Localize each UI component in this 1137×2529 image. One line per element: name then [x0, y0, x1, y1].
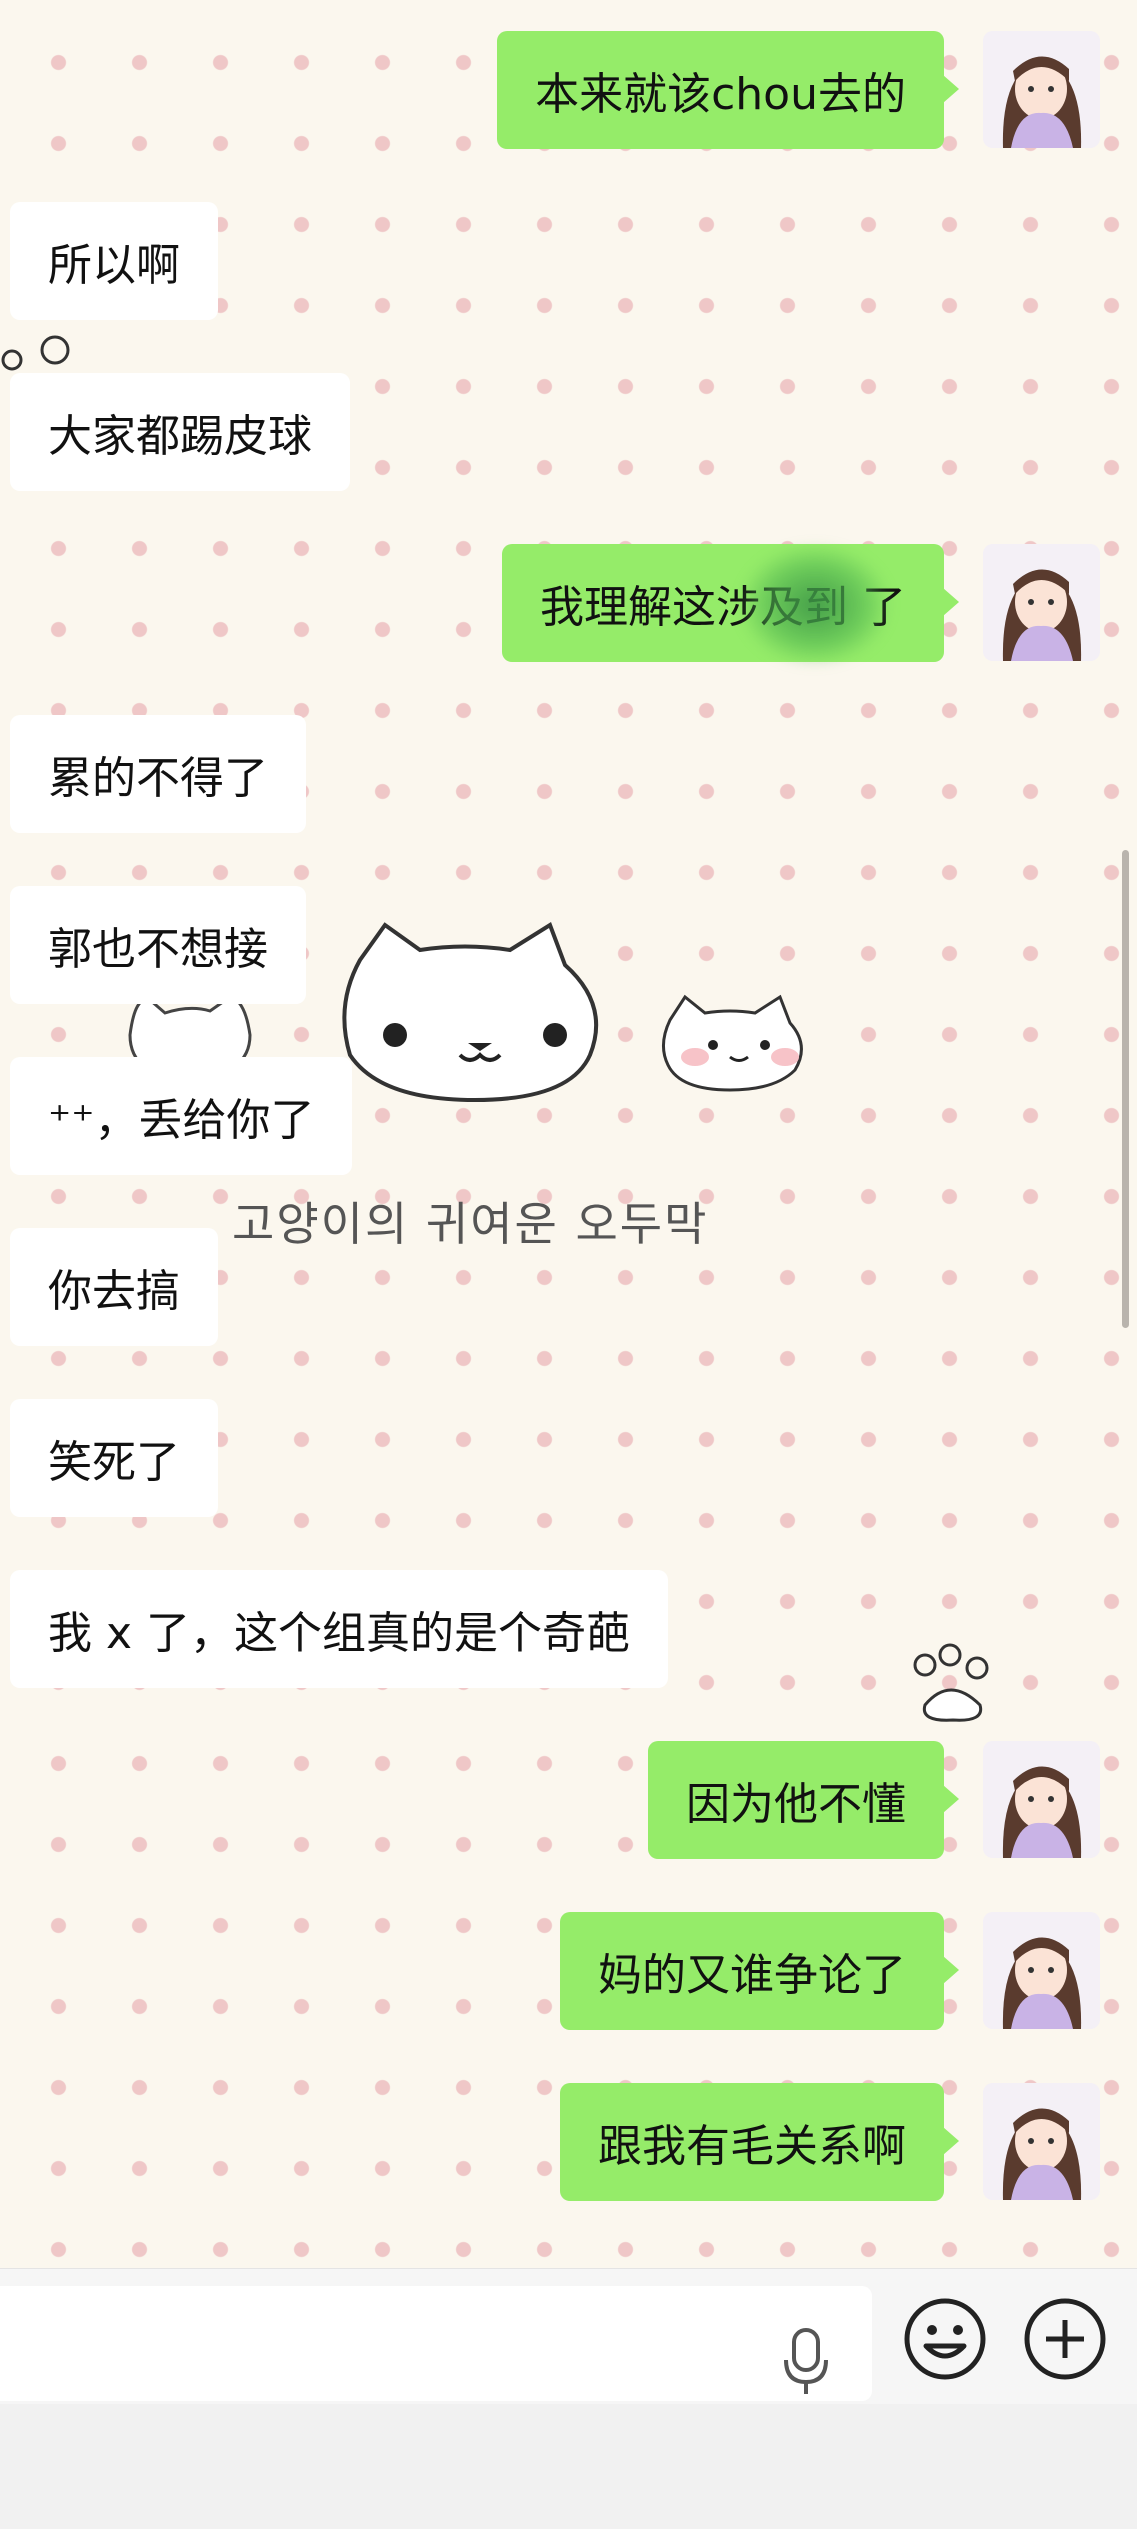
user-avatar[interactable]	[983, 544, 1100, 661]
message-bubble-incoming[interactable]: 笑死了	[10, 1399, 218, 1517]
paw-print-decoration	[913, 1643, 989, 1722]
message-text: 跟我有毛关系啊	[598, 2121, 906, 2172]
message-text: 笑死了	[48, 1437, 180, 1488]
message-text: 我 x 了，这个组真的是个奇葩	[48, 1608, 631, 1659]
user-avatar[interactable]	[983, 1912, 1100, 2029]
wallpaper-caption: 고양이의 귀여운 오두막	[232, 1197, 709, 1251]
redaction-smudge	[740, 545, 890, 665]
message-text: 累的不得了	[48, 753, 268, 804]
message-bubble-incoming[interactable]: 累的不得了	[10, 715, 306, 833]
message-bubble-incoming[interactable]: ⁺⁺，丢给你了	[10, 1057, 353, 1175]
message-text: ⁺⁺，丢给你了	[48, 1095, 315, 1146]
avatar-image	[983, 2083, 1100, 2200]
message-bubble-incoming[interactable]: 大家都踢皮球	[10, 373, 350, 491]
chat-scrollbar[interactable]	[1122, 850, 1129, 1328]
message-bubble-outgoing[interactable]: 妈的又谁争论了	[560, 1912, 959, 2030]
message-text: 大家都踢皮球	[48, 411, 312, 462]
message-text: 妈的又谁争论了	[598, 1950, 906, 2001]
user-avatar[interactable]	[983, 31, 1100, 148]
message-input[interactable]	[0, 2286, 872, 2401]
message-bubble-outgoing[interactable]: 跟我有毛关系啊	[560, 2083, 959, 2201]
message-text: 因为他不懂	[686, 1779, 906, 1830]
message-text: 郭也不想接	[48, 924, 268, 975]
avatar-image	[983, 1912, 1100, 2029]
chat-screen: 고양이의 귀여운 오두막 本来就该chou去的 所以啊 大家都踢皮球 我理解这涉…	[0, 0, 1137, 2529]
message-input-bar	[0, 2268, 1137, 2404]
keyboard-area-placeholder	[0, 2404, 1137, 2529]
user-avatar[interactable]	[983, 1741, 1100, 1858]
message-text: 你去搞	[48, 1266, 180, 1317]
emoji-icon[interactable]	[902, 2296, 988, 2382]
message-bubble-incoming[interactable]: 郭也不想接	[10, 886, 306, 1004]
avatar-image	[983, 31, 1100, 148]
message-text: 所以啊	[48, 240, 180, 291]
message-bubble-incoming[interactable]: 所以啊	[10, 202, 218, 320]
microphone-icon[interactable]	[778, 2326, 834, 2396]
user-avatar[interactable]	[983, 2083, 1100, 2200]
avatar-image	[983, 1741, 1100, 1858]
message-bubble-incoming[interactable]: 你去搞	[10, 1228, 218, 1346]
plus-icon[interactable]	[1022, 2296, 1108, 2382]
message-bubble-outgoing[interactable]: 因为他不懂	[648, 1741, 959, 1859]
message-bubble-incoming[interactable]: 我 x 了，这个组真的是个奇葩	[10, 1570, 669, 1688]
message-bubble-outgoing[interactable]: 本来就该chou去的	[497, 31, 959, 149]
message-text: 本来就该chou去的	[535, 69, 906, 120]
avatar-image	[983, 544, 1100, 661]
